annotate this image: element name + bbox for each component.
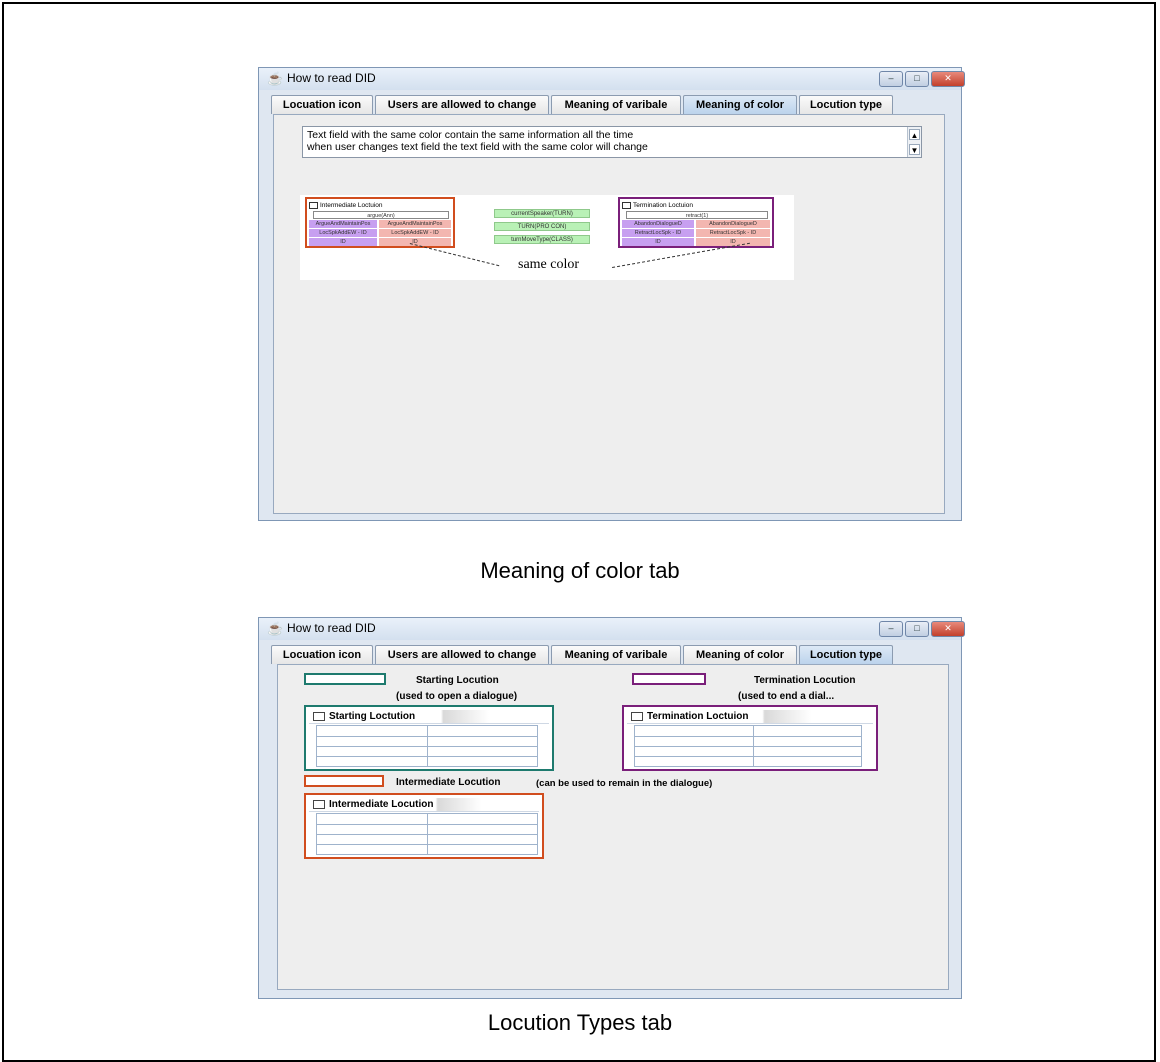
scroll-down-arrow-icon[interactable]: ▼ bbox=[909, 144, 920, 155]
window-title: How to read DID bbox=[287, 621, 376, 635]
table-header: Intermediate Locution bbox=[309, 798, 539, 812]
table-grid bbox=[316, 725, 538, 767]
green-field: turnMoveType(CLASS) bbox=[494, 235, 590, 244]
window-icon bbox=[313, 711, 325, 721]
mini-cell: ArgueAndMaintainPos bbox=[309, 220, 377, 228]
termination-legend-sub: (used to end a dial... bbox=[738, 691, 835, 702]
termination-legend-swatch bbox=[632, 673, 706, 685]
green-field: TURN(PRO CON) bbox=[494, 222, 590, 231]
intermediate-legend-label: Intermediate Locution bbox=[396, 777, 501, 788]
mini-header-cell: retract(1) bbox=[626, 211, 768, 219]
maximize-button[interactable]: □ bbox=[905, 71, 929, 87]
termination-legend-label: Termination Locution bbox=[754, 675, 856, 686]
starting-loctution-table: Starting Loctution bbox=[304, 705, 554, 771]
scroll-up-arrow-icon[interactable]: ▲ bbox=[909, 129, 920, 140]
tab-locution-type[interactable]: Locution type bbox=[799, 645, 893, 664]
window-locution-type: ☕ How to read DID – □ ✕ Locuation icon U… bbox=[258, 617, 965, 999]
table-title: Termination Loctuion bbox=[647, 711, 749, 722]
mini-cell: AbandonDialogueD bbox=[622, 220, 694, 228]
tab-users-allowed-to-change[interactable]: Users are allowed to change bbox=[375, 645, 549, 664]
tab-meaning-of-varibale[interactable]: Meaning of varibale bbox=[551, 645, 681, 664]
java-cup-icon: ☕ bbox=[267, 621, 284, 636]
table-title: Intermediate Locution bbox=[329, 799, 434, 810]
mini-box-header: Termination Loctuion bbox=[622, 201, 770, 210]
explanation-textarea[interactable]: Text field with the same color contain t… bbox=[302, 126, 922, 158]
tab-panel: Text field with the same color contain t… bbox=[273, 114, 945, 514]
title-bar: ☕ How to read DID – □ ✕ bbox=[259, 618, 965, 640]
table-header: Starting Loctution bbox=[309, 710, 549, 724]
textarea-line-1: Text field with the same color contain t… bbox=[307, 129, 634, 141]
table-title: Starting Loctution bbox=[329, 711, 416, 722]
mini-cell: LocSpkAddEW - ID bbox=[379, 229, 451, 237]
close-button[interactable]: ✕ bbox=[931, 621, 965, 637]
tab-locuation-icon[interactable]: Locuation icon bbox=[271, 95, 373, 114]
tab-panel: Starting Locution (used to open a dialog… bbox=[277, 664, 949, 990]
same-color-label: same color bbox=[518, 257, 580, 272]
intermediate-locution-table: Intermediate Locution bbox=[304, 793, 544, 859]
starting-legend-sub: (used to open a dialogue) bbox=[396, 691, 518, 702]
intermediate-legend-sub: (can be used to remain in the dialogue) bbox=[536, 778, 713, 789]
mini-box-title: Termination Loctuion bbox=[633, 202, 693, 209]
tab-locution-type[interactable]: Locution type bbox=[799, 95, 893, 114]
green-field: currentSpeaker(TURN) bbox=[494, 209, 590, 218]
minimize-button[interactable]: – bbox=[879, 71, 903, 87]
table-header: Termination Loctuion bbox=[627, 710, 873, 724]
maximize-button[interactable]: □ bbox=[905, 621, 929, 637]
table-grid bbox=[634, 725, 862, 767]
window-icon bbox=[622, 201, 631, 209]
mini-cell: ID bbox=[622, 238, 694, 246]
tab-locuation-icon[interactable]: Locuation icon bbox=[271, 645, 373, 664]
window-meaning-of-color: ☕ How to read DID – □ ✕ Locuation icon U… bbox=[258, 67, 965, 521]
mini-cell: ID bbox=[309, 238, 377, 246]
minimize-button[interactable]: – bbox=[879, 621, 903, 637]
mini-cell: RetractLocSpk - ID bbox=[696, 229, 770, 237]
tab-meaning-of-color[interactable]: Meaning of color bbox=[683, 645, 797, 664]
intermediate-legend-swatch bbox=[304, 775, 384, 787]
close-button[interactable]: ✕ bbox=[931, 71, 965, 87]
mini-box-header: Intermediate Loctuion bbox=[309, 201, 451, 210]
mini-cell: ArgueAndMaintainPos bbox=[379, 220, 451, 228]
tab-users-allowed-to-change[interactable]: Users are allowed to change bbox=[375, 95, 549, 114]
textarea-line-2: when user changes text field the text fi… bbox=[307, 141, 648, 153]
caption-meaning-of-color: Meaning of color tab bbox=[480, 558, 680, 583]
mini-cell: RetractLocSpk - ID bbox=[622, 229, 694, 237]
mini-header-cell: argue(Ann) bbox=[313, 211, 449, 219]
termination-loctuion-box: Termination Loctuion retract(1) AbandonD… bbox=[618, 197, 774, 248]
mini-cell: AbandonDialogueD bbox=[696, 220, 770, 228]
starting-legend-label: Starting Locution bbox=[416, 675, 499, 686]
table-grid bbox=[316, 813, 538, 855]
mini-box-title: Intermediate Loctuion bbox=[320, 202, 383, 209]
window-icon bbox=[309, 201, 318, 209]
intermediate-loctuion-box: Intermediate Loctuion argue(Ann) ArgueAn… bbox=[305, 197, 455, 248]
tab-meaning-of-varibale[interactable]: Meaning of varibale bbox=[551, 95, 681, 114]
color-example-figure: Intermediate Loctuion argue(Ann) ArgueAn… bbox=[300, 195, 794, 280]
window-icon bbox=[631, 711, 643, 721]
starting-legend-swatch bbox=[304, 673, 386, 685]
tab-meaning-of-color[interactable]: Meaning of color bbox=[683, 95, 797, 114]
mini-cell: LocSpkAddEW - ID bbox=[309, 229, 377, 237]
textarea-scrollbar[interactable]: ▲ ▼ bbox=[907, 127, 921, 157]
termination-loctuion-table: Termination Loctuion bbox=[622, 705, 878, 771]
window-title: How to read DID bbox=[287, 71, 376, 85]
title-bar: ☕ How to read DID – □ ✕ bbox=[259, 68, 965, 90]
window-icon bbox=[313, 799, 325, 809]
java-cup-icon: ☕ bbox=[267, 71, 284, 86]
caption-locution-types: Locution Types tab bbox=[487, 1010, 673, 1035]
